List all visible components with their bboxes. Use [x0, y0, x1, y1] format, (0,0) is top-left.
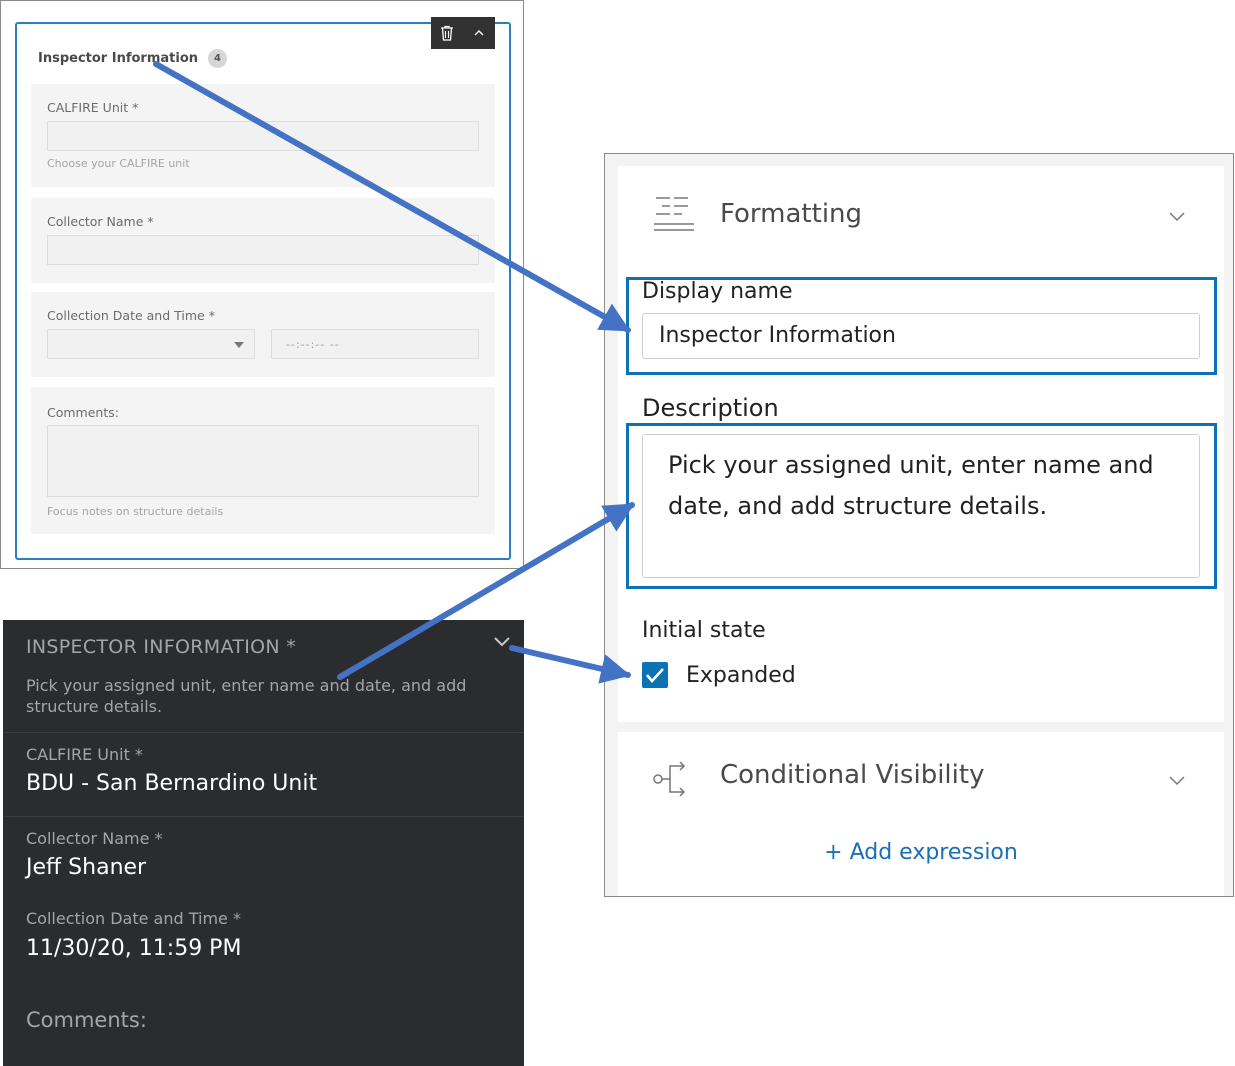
chevron-down-icon[interactable]	[1168, 774, 1186, 786]
question-collector-name[interactable]: Collector Name *	[31, 198, 495, 283]
question-collection-datetime[interactable]: Collection Date and Time * --:--:-- --	[31, 292, 495, 377]
chevron-down-icon[interactable]	[492, 634, 512, 648]
collector-name-row[interactable]: Collector Name * Jeff Shaner	[3, 817, 524, 900]
field-label: Collection Date and Time *	[26, 909, 241, 928]
group-description: Pick your assigned unit, enter name and …	[26, 675, 476, 717]
date-select[interactable]	[47, 329, 255, 359]
field-value[interactable]: BDU - San Bernardino Unit	[26, 771, 317, 796]
chevron-down-icon[interactable]	[1168, 210, 1186, 222]
delete-button[interactable]	[431, 17, 463, 49]
formatting-section: Formatting Display name Inspector Inform…	[618, 166, 1224, 722]
question-comments[interactable]: Comments: Focus notes on structure detai…	[31, 387, 495, 534]
collector-name-input[interactable]	[47, 235, 479, 265]
question-hint: Focus notes on structure details	[47, 505, 223, 518]
group-header[interactable]: INSPECTOR INFORMATION * Pick your assign…	[3, 620, 524, 733]
initial-state-label: Initial state	[642, 618, 766, 643]
group-title-text: Inspector Information	[38, 51, 198, 66]
display-name-label: Display name	[642, 279, 792, 304]
question-label: Collector Name *	[47, 214, 154, 229]
field-label: Collector Name *	[26, 829, 163, 848]
comments-label: Comments:	[26, 1008, 147, 1032]
properties-panel: Formatting Display name Inspector Inform…	[604, 153, 1234, 897]
field-label: CALFIRE Unit *	[26, 745, 143, 764]
trash-icon	[440, 25, 454, 41]
expanded-checkbox[interactable]	[642, 662, 668, 688]
time-input[interactable]: --:--:-- --	[271, 329, 479, 359]
display-name-value: Inspector Information	[659, 323, 896, 348]
chevron-up-icon	[474, 29, 484, 37]
display-name-input[interactable]: Inspector Information	[642, 313, 1200, 359]
question-calfire-unit[interactable]: CALFIRE Unit * Choose your CALFIRE unit	[31, 84, 495, 187]
field-value[interactable]: Jeff Shaner	[26, 855, 146, 880]
conditional-visibility-section: Conditional Visibility + Add expression	[618, 732, 1224, 897]
calfire-unit-row[interactable]: CALFIRE Unit * BDU - San Bernardino Unit	[3, 733, 524, 817]
group-title: Inspector Information 4	[38, 49, 227, 68]
dropdown-arrow-icon	[234, 342, 244, 348]
question-hint: Choose your CALFIRE unit	[47, 157, 190, 170]
collapse-button[interactable]	[463, 17, 495, 49]
group-title: INSPECTOR INFORMATION *	[26, 636, 296, 658]
section-title: Formatting	[720, 199, 862, 229]
checkmark-icon	[642, 662, 668, 688]
form-builder-panel: Inspector Information 4 CALFIRE Unit * C…	[0, 0, 524, 569]
field-value[interactable]: 11/30/20, 11:59 PM	[26, 936, 241, 961]
time-placeholder: --:--:-- --	[286, 338, 340, 351]
question-label: CALFIRE Unit *	[47, 100, 138, 115]
branch-icon	[651, 756, 697, 802]
description-label: Description	[642, 394, 779, 422]
description-value: Pick your assigned unit, enter name and …	[668, 445, 1188, 527]
collection-datetime-row[interactable]: Collection Date and Time * 11/30/20, 11:…	[3, 901, 524, 984]
description-textarea[interactable]: Pick your assigned unit, enter name and …	[642, 434, 1200, 578]
section-title: Conditional Visibility	[720, 760, 984, 790]
question-label: Comments:	[47, 405, 119, 420]
mobile-form-preview: INSPECTOR INFORMATION * Pick your assign…	[3, 620, 524, 1066]
formatting-icon	[651, 195, 697, 235]
calfire-unit-input[interactable]	[47, 121, 479, 151]
comments-textarea[interactable]	[47, 425, 479, 497]
group-toolbar	[431, 17, 495, 49]
add-expression-link[interactable]: + Add expression	[618, 840, 1224, 865]
group-question-card[interactable]: Inspector Information 4 CALFIRE Unit * C…	[15, 22, 511, 560]
question-label: Collection Date and Time *	[47, 308, 215, 323]
question-count-badge: 4	[208, 49, 227, 68]
expanded-label: Expanded	[686, 663, 796, 688]
